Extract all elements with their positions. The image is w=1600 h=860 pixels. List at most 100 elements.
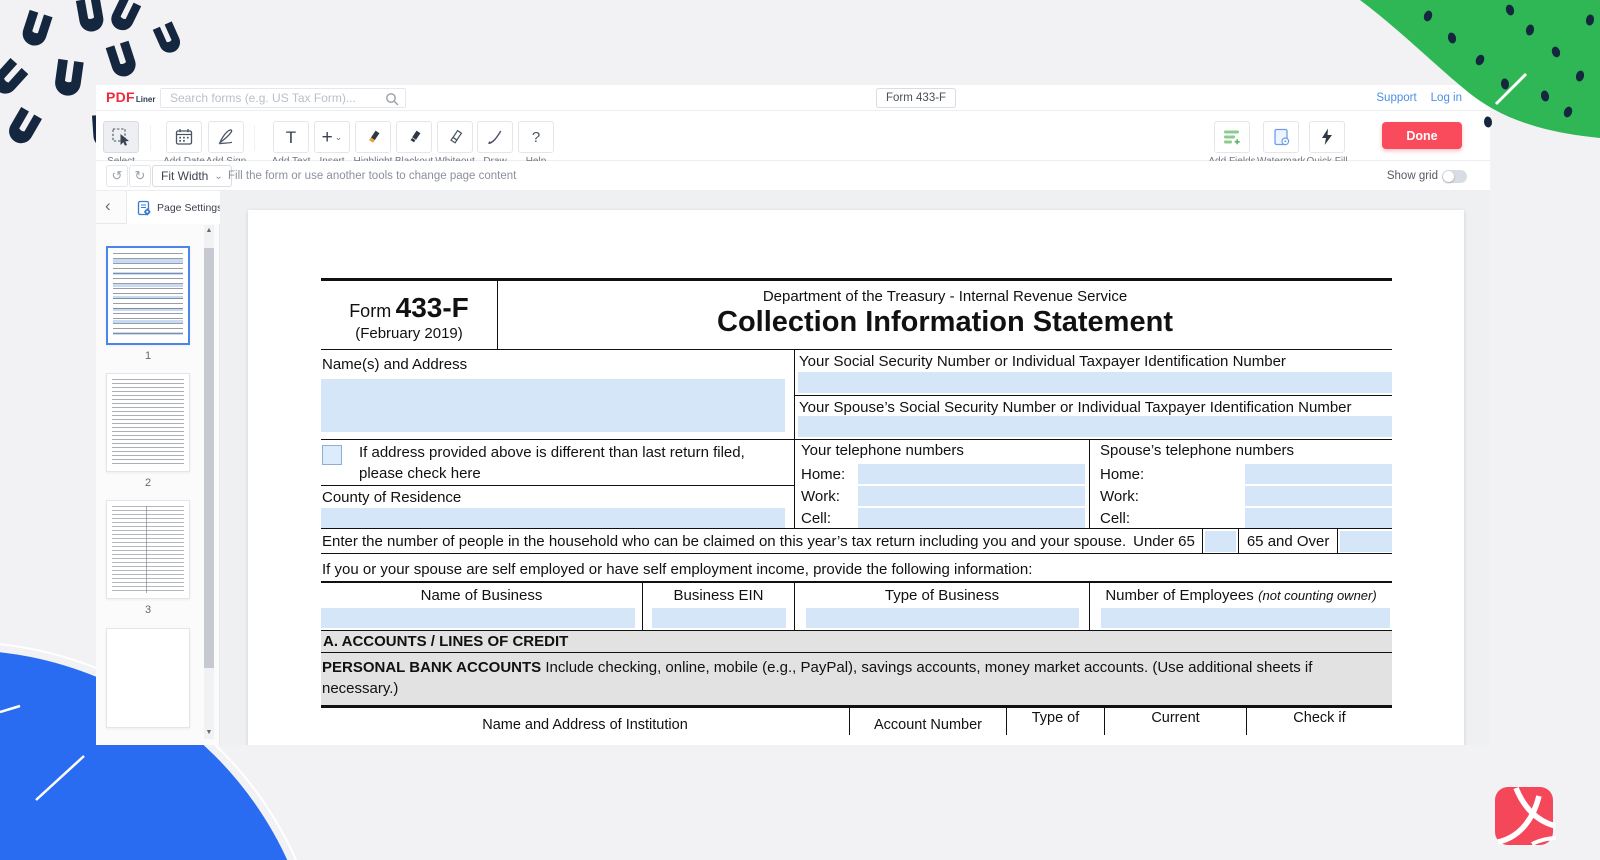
household-line: Enter the number of people in the househ… bbox=[321, 533, 1126, 550]
home-label: Home: bbox=[1100, 466, 1144, 483]
editor-hint-text: Fill the form or use another tools to ch… bbox=[228, 170, 516, 182]
address-check-label: If address provided above is different t… bbox=[359, 442, 789, 484]
ssn-field[interactable] bbox=[798, 372, 1392, 393]
page-number: 1 bbox=[104, 350, 192, 362]
undo-button[interactable]: ↺ bbox=[106, 165, 128, 187]
page-thumbnail-4[interactable] bbox=[104, 628, 192, 728]
form-word: Form bbox=[349, 301, 391, 321]
spouse-phones-label: Spouse’s telephone numbers bbox=[1100, 442, 1294, 459]
scroll-down-icon[interactable]: ▼ bbox=[204, 728, 214, 738]
zoom-value: Fit Width bbox=[161, 169, 208, 183]
page-thumbnail-1[interactable]: 1 bbox=[104, 246, 192, 362]
page-number: 2 bbox=[104, 477, 192, 489]
app-header: PDF Liner Form 433-F Support Log in bbox=[96, 85, 1490, 111]
redo-button[interactable]: ↻ bbox=[129, 165, 151, 187]
over-65-field[interactable] bbox=[1340, 531, 1392, 552]
spouse-ssn-field[interactable] bbox=[798, 416, 1392, 437]
business-type-col: Type of Business bbox=[795, 583, 1090, 630]
toolbar-divider bbox=[150, 125, 151, 151]
ssn-cell: Your Social Security Number or Individua… bbox=[795, 350, 1392, 439]
signature-pen-icon bbox=[215, 126, 237, 148]
name-address-field[interactable] bbox=[321, 379, 785, 432]
county-field[interactable] bbox=[321, 508, 785, 528]
show-grid-toggle[interactable] bbox=[1442, 170, 1467, 183]
employees-col: Number of Employees (not counting owner) bbox=[1090, 583, 1392, 630]
work-label: Work: bbox=[801, 488, 840, 505]
type-of-col-header: Type of bbox=[1007, 708, 1105, 735]
pdfliner-app-window: PDF Liner Form 433-F Support Log in bbox=[96, 85, 1490, 745]
thumbnail-preview bbox=[113, 253, 183, 338]
document-tab[interactable]: Form 433-F bbox=[876, 88, 956, 108]
business-ein-col: Business EIN bbox=[643, 583, 795, 630]
toolbar-divider bbox=[254, 125, 255, 151]
business-name-field[interactable] bbox=[321, 608, 635, 628]
page-number: 3 bbox=[104, 604, 192, 616]
spouse-ssn-label: Your Spouse’s Social Security Number or … bbox=[799, 399, 1352, 416]
watermark-icon bbox=[1270, 126, 1292, 148]
spouse-home-phone-field[interactable] bbox=[1245, 464, 1392, 484]
institution-col-header: Name and Address of Institution bbox=[321, 708, 850, 735]
your-phones-label: Your telephone numbers bbox=[801, 442, 964, 459]
your-cell-phone-field[interactable] bbox=[858, 508, 1085, 528]
redo-icon: ↻ bbox=[135, 168, 146, 184]
spouse-work-phone-field[interactable] bbox=[1245, 486, 1392, 506]
form-title-block: Department of the Treasury - Internal Re… bbox=[498, 281, 1392, 349]
your-work-phone-field[interactable] bbox=[858, 486, 1085, 506]
draw-pen-icon bbox=[484, 126, 506, 148]
check-if-col-header: Check if bbox=[1247, 708, 1392, 735]
employees-field[interactable] bbox=[1101, 608, 1390, 628]
section-a-header: A. ACCOUNTS / LINES OF CREDIT bbox=[321, 631, 1392, 653]
county-label: County of Residence bbox=[322, 489, 461, 506]
page-settings-label: Page Settings bbox=[157, 202, 222, 214]
form-number-block: Form 433-F (February 2019) bbox=[321, 281, 498, 349]
spouse-cell-phone-field[interactable] bbox=[1245, 508, 1392, 528]
toggle-knob bbox=[1443, 171, 1454, 182]
scrollbar-thumb[interactable] bbox=[204, 248, 214, 668]
chevron-down-icon: ⌄ bbox=[214, 171, 222, 182]
calendar-icon bbox=[173, 126, 195, 148]
page-settings-tab[interactable]: Page Settings bbox=[126, 191, 231, 224]
page-thumbnail-2[interactable]: 2 bbox=[104, 373, 192, 489]
over-65-cell bbox=[1337, 529, 1392, 554]
highlighter-icon bbox=[362, 126, 384, 148]
collapse-sidebar-button[interactable]: ‹ bbox=[105, 196, 111, 216]
undo-icon: ↺ bbox=[112, 168, 123, 184]
business-ein-field[interactable] bbox=[652, 608, 786, 628]
agency-line: Department of the Treasury - Internal Re… bbox=[498, 288, 1392, 305]
business-type-header: Type of Business bbox=[795, 587, 1089, 604]
business-name-col: Name of Business bbox=[321, 583, 643, 630]
form-433f: Form 433-F (February 2019) Department of… bbox=[321, 278, 1392, 735]
main-toolbar: Select Add Dat bbox=[96, 111, 1490, 161]
acrobat-logo-icon bbox=[1494, 786, 1556, 848]
support-link[interactable]: Support bbox=[1376, 92, 1416, 104]
over-65-label: 65 and Over bbox=[1247, 533, 1330, 550]
cell-label: Cell: bbox=[1100, 510, 1130, 527]
work-label: Work: bbox=[1100, 488, 1139, 505]
search-input[interactable] bbox=[161, 89, 405, 107]
personal-bold: PERSONAL BANK ACCOUNTS bbox=[322, 659, 541, 676]
business-type-field[interactable] bbox=[806, 608, 1079, 628]
pdfliner-logo[interactable]: PDF Liner bbox=[106, 89, 155, 105]
sidebar-scrollbar[interactable]: ▲ ▼ bbox=[204, 225, 214, 739]
search-icon[interactable] bbox=[383, 90, 401, 108]
show-grid-label: Show grid bbox=[1387, 170, 1438, 182]
page-thumbnail-3[interactable]: 3 bbox=[104, 500, 192, 616]
personal-bank-accounts-note: PERSONAL BANK ACCOUNTS Include checking,… bbox=[321, 653, 1392, 708]
address-different-checkbox[interactable] bbox=[322, 445, 342, 465]
logo-pdf-text: PDF bbox=[106, 89, 135, 105]
chevron-down-icon: ⌄ bbox=[335, 132, 343, 143]
scroll-up-icon[interactable]: ▲ bbox=[204, 226, 214, 236]
thumbnail-preview bbox=[112, 506, 184, 593]
spouse-phones-cell: Spouse’s telephone numbers Home: Work: C… bbox=[1090, 440, 1392, 528]
done-button[interactable]: Done bbox=[1382, 122, 1462, 149]
text-icon: T bbox=[286, 129, 296, 146]
under-65-field[interactable] bbox=[1205, 531, 1236, 552]
sidebar-top-bar: ‹ Page Settings bbox=[96, 191, 219, 224]
employees-note: (not counting owner) bbox=[1258, 588, 1377, 603]
sub-toolbar: ↺ ↻ Fit Width ⌄ Fill the form or use ano… bbox=[96, 161, 1490, 191]
your-home-phone-field[interactable] bbox=[858, 464, 1085, 484]
zoom-select[interactable]: Fit Width ⌄ bbox=[152, 165, 232, 187]
divider-line bbox=[321, 485, 794, 486]
employees-header: Number of Employees bbox=[1105, 587, 1253, 604]
login-link[interactable]: Log in bbox=[1431, 92, 1462, 104]
